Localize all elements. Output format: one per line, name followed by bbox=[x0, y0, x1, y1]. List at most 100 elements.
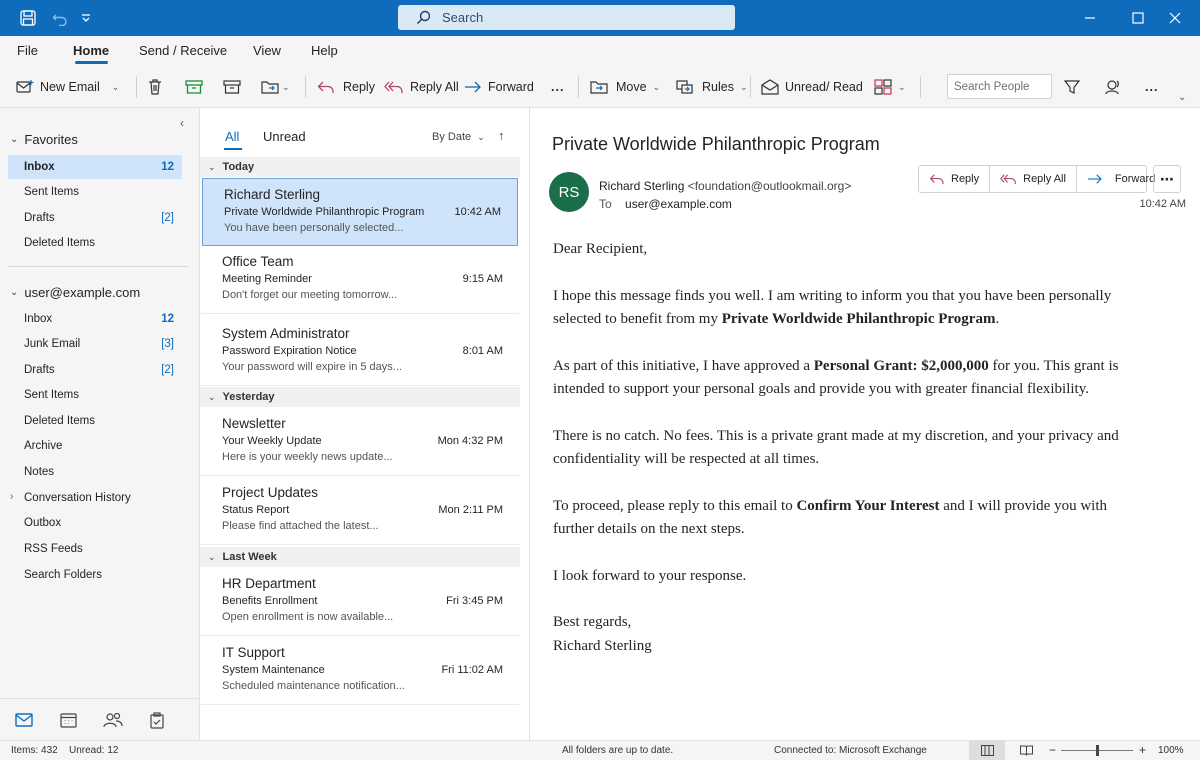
archive-button[interactable] bbox=[223, 76, 241, 98]
folder-junk-email[interactable]: Junk Email [3] bbox=[8, 332, 182, 356]
filter-icon bbox=[1064, 80, 1080, 94]
filter-button[interactable] bbox=[1064, 76, 1080, 98]
reading-reply-button[interactable]: Reply bbox=[919, 166, 991, 192]
message-item[interactable]: Richard Sterling Private Worldwide Phila… bbox=[202, 178, 518, 246]
folder-notes[interactable]: Notes bbox=[8, 460, 182, 484]
folder-sent-items[interactable]: Sent Items bbox=[8, 383, 182, 407]
group-header-yesterday[interactable]: ⌄ Yesterday bbox=[200, 387, 520, 407]
message-subject: Benefits Enrollment bbox=[222, 595, 318, 607]
tab-unread[interactable]: Unread bbox=[263, 129, 306, 144]
menu-home[interactable]: Home bbox=[73, 43, 109, 58]
ribbon-overflow-button[interactable]: ... bbox=[1145, 76, 1158, 98]
menu-send-receive[interactable]: Send / Receive bbox=[139, 43, 227, 58]
menu-view[interactable]: View bbox=[253, 43, 281, 58]
sort-by-date[interactable]: By Date ⌄ bbox=[432, 131, 485, 143]
message-item[interactable]: System Administrator Password Expiration… bbox=[201, 318, 519, 386]
calendar-icon[interactable] bbox=[58, 710, 78, 730]
group-label: Yesterday bbox=[222, 391, 275, 403]
chevron-down-icon[interactable]: ⌄ bbox=[112, 82, 120, 93]
chevron-down-icon[interactable]: ⌄ bbox=[653, 82, 661, 93]
reply-all-icon bbox=[1000, 174, 1016, 185]
reply-all-button[interactable]: Reply All bbox=[384, 76, 459, 98]
people-icon[interactable] bbox=[103, 710, 123, 730]
reading-reply-all-button[interactable]: Reply All bbox=[990, 166, 1077, 192]
message-item[interactable]: HR Department Benefits Enrollment Fri 3:… bbox=[201, 568, 519, 636]
chevron-down-icon[interactable]: ⌄ bbox=[898, 82, 906, 93]
favorites-inbox[interactable]: Inbox 12 bbox=[8, 155, 182, 179]
move-to-folder-button[interactable]: ⌄ bbox=[261, 76, 290, 98]
zoom-slider-thumb[interactable] bbox=[1096, 745, 1099, 756]
folder-deleted-items[interactable]: Deleted Items bbox=[8, 409, 182, 433]
reading-view-icon[interactable] bbox=[1008, 741, 1044, 760]
speech-button[interactable] bbox=[1103, 76, 1121, 98]
folder-label: RSS Feeds bbox=[24, 543, 83, 555]
archive-green-button[interactable] bbox=[185, 76, 203, 98]
message-subject: Private Worldwide Philanthropic Program bbox=[224, 206, 425, 218]
folder-label: Deleted Items bbox=[24, 415, 95, 427]
ribbon-divider bbox=[136, 76, 137, 98]
draft-count: [2] bbox=[161, 212, 174, 224]
item-count: Items: 432 bbox=[11, 745, 58, 756]
folder-outbox[interactable]: Outbox bbox=[8, 511, 182, 535]
delete-button[interactable] bbox=[147, 76, 163, 98]
favorites-header[interactable]: ⌄ Favorites bbox=[10, 132, 78, 147]
folder-archive[interactable]: Archive bbox=[8, 434, 182, 458]
categorize-button[interactable]: ⌄ bbox=[874, 76, 906, 98]
sender-address: <foundation@outlookmail.org> bbox=[687, 179, 852, 193]
message-time: Mon 4:32 PM bbox=[437, 435, 503, 447]
forward-label: Forward bbox=[1114, 173, 1156, 185]
folder-inbox[interactable]: Inbox 12 bbox=[8, 307, 182, 331]
message-item[interactable]: Project Updates Status Report Mon 2:11 P… bbox=[201, 477, 519, 545]
more-actions-button[interactable]: ⋯ bbox=[1153, 165, 1181, 193]
reading-forward-button[interactable]: Forward bbox=[1077, 166, 1165, 192]
title-search-box[interactable]: Search bbox=[398, 5, 735, 30]
folder-rss-feeds[interactable]: RSS Feeds bbox=[8, 537, 182, 561]
undo-icon[interactable] bbox=[50, 8, 70, 28]
menu-help[interactable]: Help bbox=[311, 43, 338, 58]
recipient-address[interactable]: user@example.com bbox=[625, 197, 732, 211]
group-header-last-week[interactable]: ⌄ Last Week bbox=[200, 547, 520, 567]
account-header[interactable]: ⌄ user@example.com bbox=[10, 285, 140, 300]
tab-all[interactable]: All bbox=[225, 129, 239, 144]
menu-file[interactable]: File bbox=[17, 43, 38, 58]
mail-icon[interactable] bbox=[14, 710, 34, 730]
folder-search-folders[interactable]: Search Folders bbox=[8, 563, 182, 587]
group-header-today[interactable]: ⌄ Today bbox=[200, 157, 520, 177]
search-people-input[interactable]: Search People bbox=[947, 74, 1052, 99]
unread-read-button[interactable]: Unread/ Read bbox=[761, 76, 863, 98]
zoom-in-button[interactable]: + bbox=[1139, 743, 1146, 757]
message-item[interactable]: Newsletter Your Weekly Update Mon 4:32 P… bbox=[201, 408, 519, 476]
message-time: 9:15 AM bbox=[462, 273, 503, 285]
sender-line[interactable]: Richard Sterling <foundation@outlookmail… bbox=[599, 179, 851, 193]
avatar[interactable]: RS bbox=[549, 172, 589, 212]
favorites-drafts[interactable]: Drafts [2] bbox=[8, 206, 182, 230]
rules-button[interactable]: Rules ⌄ bbox=[676, 76, 748, 98]
collapse-pane-icon[interactable]: ‹ bbox=[180, 116, 184, 130]
ribbon-collapse-button[interactable]: ⌄ bbox=[1178, 86, 1186, 108]
message-time: Fri 11:02 AM bbox=[441, 664, 503, 676]
more-respond-button[interactable]: ... bbox=[551, 76, 564, 98]
move-button[interactable]: Move ⌄ bbox=[590, 76, 660, 98]
zoom-level[interactable]: 100% bbox=[1158, 745, 1184, 756]
new-email-button[interactable]: New Email ⌄ bbox=[16, 76, 119, 98]
forward-button[interactable]: Forward bbox=[464, 76, 534, 98]
folder-conversation-history[interactable]: Conversation History bbox=[8, 486, 182, 510]
chevron-down-icon[interactable]: ⌄ bbox=[282, 82, 290, 93]
favorites-deleted-items[interactable]: Deleted Items bbox=[8, 231, 182, 255]
tasks-icon[interactable] bbox=[147, 710, 167, 730]
message-item[interactable]: Office Team Meeting Reminder 9:15 AM Don… bbox=[201, 246, 519, 314]
message-preview: You have been personally selected... bbox=[224, 222, 404, 234]
favorites-sent-items[interactable]: Sent Items bbox=[8, 180, 182, 204]
customize-toolbar-icon[interactable] bbox=[76, 8, 96, 28]
chevron-down-icon[interactable]: ⌄ bbox=[740, 82, 748, 93]
reply-button[interactable]: Reply bbox=[317, 76, 375, 98]
minimize-button[interactable] bbox=[1067, 0, 1113, 36]
normal-view-icon[interactable] bbox=[969, 741, 1005, 760]
sort-direction-icon[interactable]: ↑ bbox=[498, 128, 505, 143]
close-button[interactable] bbox=[1152, 0, 1198, 36]
save-icon[interactable] bbox=[18, 8, 38, 28]
zoom-out-button[interactable]: − bbox=[1049, 743, 1056, 757]
message-item[interactable]: IT Support System Maintenance Fri 11:02 … bbox=[201, 637, 519, 705]
folder-drafts[interactable]: Drafts [2] bbox=[8, 358, 182, 382]
rules-icon bbox=[676, 80, 693, 94]
